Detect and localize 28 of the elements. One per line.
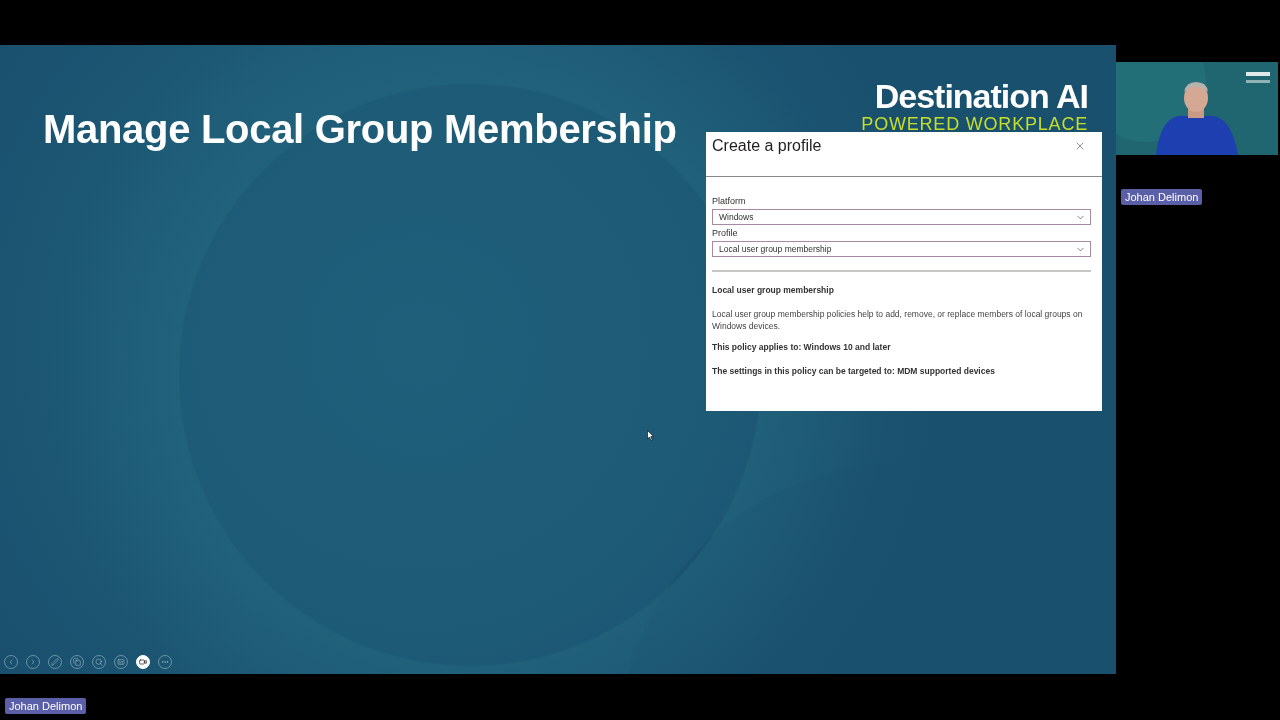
logo-name: Destination AI [874,79,1088,113]
dropdown[interactable]: Local user group membership [712,241,1091,257]
section-heading: Local user group membership [712,284,835,296]
participant-name: Johan Delimon [1121,189,1203,205]
more-icon [161,658,169,666]
dialog-title: Create a profile [712,137,822,155]
policy-info: This policy applies to: Windows 10 and later [712,341,892,353]
description: Local user group membership policies help to add, remove, or replace members of local groups on Windows devices. [712,308,1084,332]
pen-icon [51,658,59,666]
subtitles-icon [117,658,125,666]
pen-button[interactable] [48,655,62,669]
logo-tagline: POWERED WORKPLACE [861,115,1088,133]
field-label: Platform [712,196,747,206]
slides-button[interactable] [70,655,84,669]
search-icon [95,658,103,666]
policy-info: The settings in this policy can be targeted to: MDM supported devices [712,365,996,377]
chevron-right-icon [29,658,37,666]
dropdown[interactable]: Windows [712,209,1091,225]
pages-icon [73,658,81,666]
camera-button[interactable] [136,655,150,669]
close-button[interactable] [1074,140,1086,152]
field-label: Profile [712,228,739,238]
video-camera-icon [139,658,147,666]
cursor-icon [647,430,654,441]
chevron-left-icon [7,658,15,666]
close-icon [1074,140,1086,152]
participant-name: Johan Delimon [5,698,87,714]
slide-title: Manage Local Group Membership [43,107,677,152]
